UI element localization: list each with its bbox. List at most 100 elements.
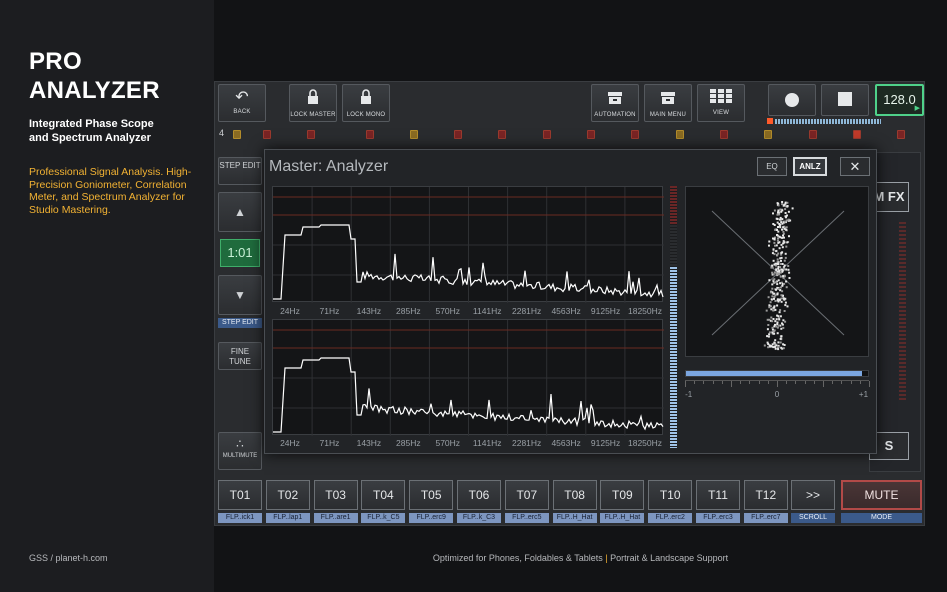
frequency-tick-label: 143Hz — [356, 438, 382, 448]
goniometer-point — [775, 325, 778, 328]
goniometer-point — [788, 235, 790, 238]
frequency-tick-label: 2281Hz — [512, 438, 542, 448]
goniometer-point — [779, 262, 782, 265]
step-down-button[interactable]: ▼ — [218, 275, 262, 315]
stop-button[interactable] — [821, 84, 869, 116]
record-button[interactable] — [768, 84, 816, 116]
goniometer-point — [770, 316, 773, 319]
brand-line-2: ANALYZER — [29, 77, 160, 104]
goniometer-point — [769, 344, 772, 347]
goniometer-point — [776, 283, 779, 286]
bpm-display[interactable]: 128.0 ▶ — [875, 84, 924, 116]
goniometer-point — [781, 236, 784, 239]
track-led-row: 4 — [217, 128, 922, 142]
goniometer-point — [770, 308, 773, 311]
lock-icon — [290, 89, 336, 110]
track-button-t05[interactable]: T05 — [409, 480, 454, 510]
frequency-tick-label: 4563Hz — [551, 438, 581, 448]
goniometer-point — [782, 319, 785, 322]
goniometer-point — [776, 229, 778, 231]
goniometer-point — [773, 278, 776, 281]
goniometer-point — [768, 333, 771, 336]
step-counter: 1:01 — [220, 239, 260, 267]
track-button-t01[interactable]: T01 — [218, 480, 262, 510]
track-button-t11[interactable]: T11 — [696, 480, 740, 510]
eq-tab[interactable]: EQ — [757, 157, 787, 176]
goniometer-point — [779, 266, 782, 269]
step-up-button[interactable]: ▲ — [218, 192, 262, 232]
goniometer-point — [772, 280, 775, 283]
fine-tune-button[interactable]: FINE TUNE — [218, 342, 262, 370]
goniometer-point — [769, 301, 772, 304]
frequency-tick-label: 570Hz — [435, 306, 461, 316]
track-button-t03[interactable]: T03 — [313, 480, 358, 510]
goniometer-point — [784, 208, 787, 211]
track-button-t12[interactable]: T12 — [743, 480, 788, 510]
goniometer-point — [782, 230, 785, 233]
goniometer-point — [786, 305, 789, 308]
correlation-scale — [685, 380, 870, 387]
goniometer-point — [768, 331, 771, 334]
goniometer-point — [780, 253, 783, 256]
back-button[interactable]: ↶ BACK — [218, 84, 266, 122]
frequency-tick-label: 143Hz — [356, 306, 382, 316]
anlz-tab[interactable]: ANLZ — [793, 157, 827, 176]
goniometer-point — [787, 210, 790, 213]
goniometer-point — [771, 252, 774, 255]
goniometer-point — [782, 326, 785, 329]
record-icon — [769, 92, 815, 113]
frequency-tick-label: 2281Hz — [512, 306, 542, 316]
goniometer-point — [775, 244, 778, 247]
goniometer-point — [776, 202, 779, 205]
goniometer-point — [771, 320, 774, 323]
goniometer-point — [772, 237, 774, 240]
multimute-button[interactable]: ∴ MULTIMUTE — [218, 432, 262, 470]
goniometer-point — [771, 287, 774, 290]
goniometer-point — [784, 304, 787, 307]
goniometer-point — [778, 235, 781, 238]
track-led — [307, 130, 315, 139]
track-led — [720, 130, 728, 139]
lock-mono-button[interactable]: LOCK MONO — [342, 84, 390, 122]
track-button-t04[interactable]: T04 — [361, 480, 406, 510]
main-menu-button[interactable]: MAIN MENU — [644, 84, 692, 122]
goniometer-point — [773, 332, 776, 335]
mute-button[interactable]: MUTE — [841, 480, 922, 510]
goniometer-point — [776, 293, 779, 296]
level-meter-fill — [670, 267, 677, 448]
track-button-t06[interactable]: T06 — [457, 480, 501, 510]
track-button-t10[interactable]: T10 — [648, 480, 693, 510]
track-button-t02[interactable]: T02 — [265, 480, 310, 510]
goniometer-point — [777, 341, 780, 344]
track-led — [233, 130, 241, 139]
track-led — [498, 130, 506, 139]
automation-button[interactable]: AUTOMATION — [591, 84, 639, 122]
correlation-tick — [712, 381, 714, 384]
track-button-t09[interactable]: T09 — [600, 480, 645, 510]
track-name-label: FLP..H_Hat — [600, 513, 645, 523]
lock-icon — [343, 89, 389, 110]
view-button[interactable]: VIEW — [697, 84, 745, 122]
close-icon[interactable]: ✕ — [840, 157, 870, 176]
footer-right: Portrait & Landscape Support — [610, 553, 729, 563]
goniometer-point — [773, 341, 776, 344]
lock-mono-label: LOCK MONO — [346, 112, 386, 118]
goniometer-point — [781, 290, 784, 293]
lock-master-button[interactable]: LOCK MASTER — [289, 84, 337, 122]
goniometer-point — [779, 208, 782, 211]
track-name-label: FLP..H_Hat — [552, 513, 597, 523]
goniometer-point — [774, 347, 777, 350]
goniometer-point — [767, 346, 770, 349]
lock-master-label: LOCK MASTER — [290, 112, 336, 118]
step-edit-button[interactable]: STEP EDIT — [218, 157, 262, 185]
track-button-t08[interactable]: T08 — [552, 480, 597, 510]
frequency-tick-label: 285Hz — [396, 438, 421, 448]
frequency-tick-label: 285Hz — [396, 306, 421, 316]
scroll-button[interactable]: >> — [791, 480, 835, 510]
correlation-tick — [694, 381, 696, 384]
dialog-title: Master: Analyzer — [269, 158, 389, 175]
track-name-label: FLP..erc2 — [648, 513, 693, 523]
goniometer-point — [771, 326, 774, 329]
track-button-t07[interactable]: T07 — [504, 480, 549, 510]
goniometer-point — [778, 324, 781, 327]
